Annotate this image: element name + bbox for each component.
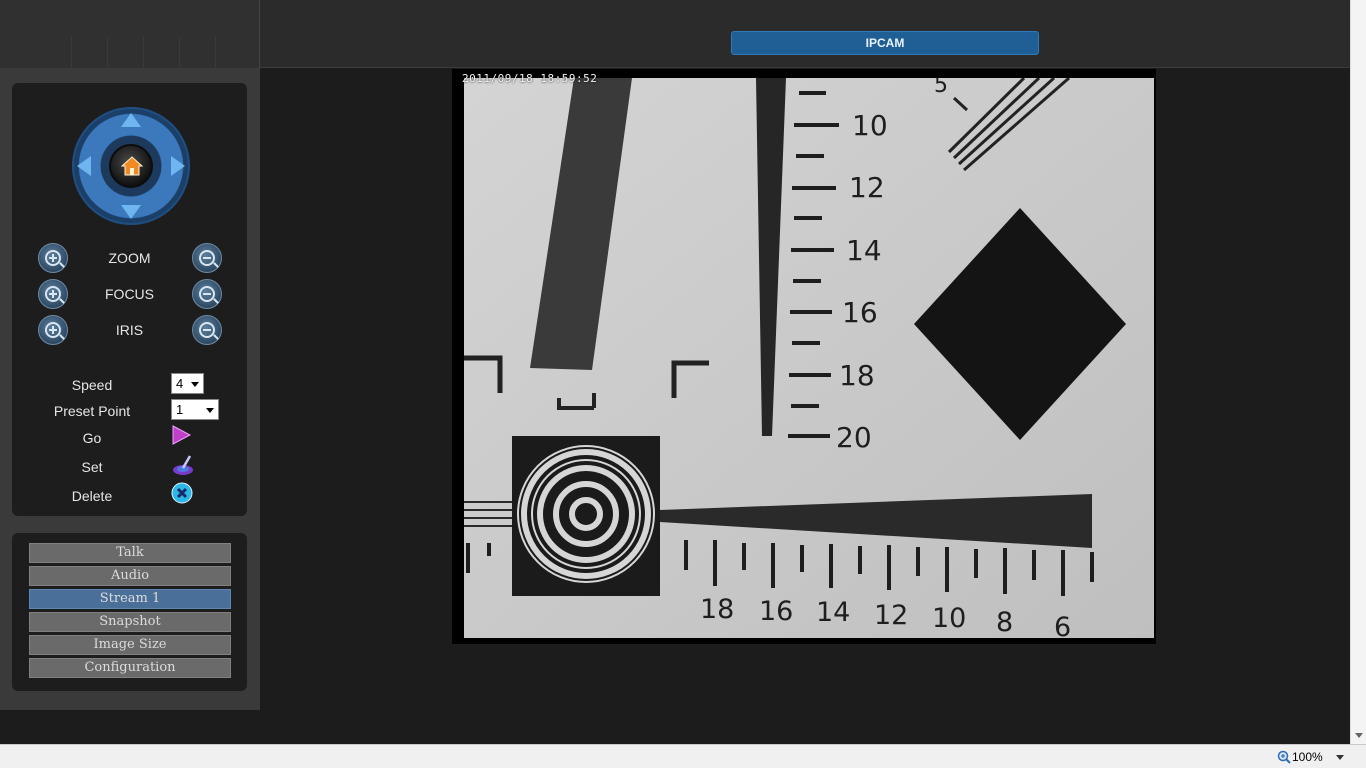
iris-close-button[interactable] <box>192 315 222 345</box>
ruler-label: 14 <box>816 597 850 628</box>
chevron-down-icon <box>191 382 199 387</box>
logo-area <box>0 0 260 68</box>
pan-up-arrow-icon[interactable] <box>121 113 141 127</box>
camera-title-tab[interactable]: IPCAM <box>731 31 1039 55</box>
iris-label: IRIS <box>115 322 144 338</box>
ruler-label: 12 <box>874 600 908 631</box>
ruler-label: 6 <box>1054 612 1071 638</box>
vertical-scrollbar[interactable] <box>1350 0 1366 744</box>
ruler-label: 10 <box>852 109 888 142</box>
speed-select[interactable]: 4 <box>171 373 204 394</box>
ruler-label: 10 <box>932 603 966 634</box>
preset-point-label: Preset Point <box>53 403 131 419</box>
preset-point-value: 1 <box>176 402 184 417</box>
ruler-label: 8 <box>996 607 1013 638</box>
focus-control-row: FOCUS <box>12 279 247 309</box>
go-label: Go <box>82 430 102 446</box>
ruler-label: 16 <box>759 596 793 627</box>
ruler-label: 18 <box>700 594 734 625</box>
header-cell <box>144 36 180 68</box>
live-video-feed: 10 12 14 16 18 20 5 18 16 14 12 10 8 6 <box>464 78 1154 638</box>
focus-in-button[interactable] <box>38 279 68 309</box>
zoom-level-text[interactable]: 100% <box>1292 750 1323 764</box>
ruler-label: 5 <box>934 78 948 98</box>
zoom-label: ZOOM <box>108 250 151 266</box>
header-cell <box>72 36 108 68</box>
menu-item-stream-1[interactable]: Stream 1 <box>29 589 231 609</box>
focus-out-button[interactable] <box>192 279 222 309</box>
ruler-label: 20 <box>836 421 872 454</box>
go-preset-button[interactable] <box>170 424 192 446</box>
delete-preset-button[interactable] <box>171 482 193 504</box>
menu-item-snapshot[interactable]: Snapshot <box>29 612 231 632</box>
menu-item-image-size[interactable]: Image Size <box>29 635 231 655</box>
header-cell <box>108 36 144 68</box>
home-button[interactable] <box>109 144 153 188</box>
ptz-direction-pad[interactable] <box>72 107 190 225</box>
set-label: Set <box>81 459 103 475</box>
zoom-control-row: ZOOM <box>12 243 247 273</box>
zoom-in-button[interactable] <box>38 243 68 273</box>
ruler-label: 12 <box>849 171 885 204</box>
function-menu: Talk Audio Stream 1 Snapshot Image Size … <box>12 533 247 691</box>
ruler-label: 16 <box>842 296 878 329</box>
ptz-control-panel: ZOOM FOCUS IRIS Speed 4 Preset Point 1 G… <box>12 83 247 516</box>
home-icon <box>121 156 143 176</box>
browser-status-bar: 100% <box>0 744 1366 768</box>
iris-open-button[interactable] <box>38 315 68 345</box>
menu-item-talk[interactable]: Talk <box>29 543 231 563</box>
pan-right-arrow-icon[interactable] <box>171 156 185 176</box>
set-preset-button[interactable] <box>171 453 193 475</box>
delete-icon <box>171 482 193 504</box>
chevron-down-icon <box>206 408 214 413</box>
test-chart-image: 10 12 14 16 18 20 5 18 16 14 12 10 8 6 <box>464 78 1154 638</box>
menu-item-audio[interactable]: Audio <box>29 566 231 586</box>
ruler-label: 18 <box>839 359 875 392</box>
menu-item-configuration[interactable]: Configuration <box>29 658 231 678</box>
header-cell <box>180 36 216 68</box>
pan-down-arrow-icon[interactable] <box>121 205 141 219</box>
video-viewport[interactable]: 10 12 14 16 18 20 5 18 16 14 12 10 8 6 <box>452 69 1156 644</box>
pan-left-arrow-icon[interactable] <box>77 156 91 176</box>
top-header: IPCAM <box>0 0 1350 68</box>
iris-control-row: IRIS <box>12 315 247 345</box>
header-cell <box>0 36 72 68</box>
scroll-down-arrow-icon[interactable] <box>1355 733 1363 738</box>
ruler-label: 14 <box>846 234 882 267</box>
chevron-down-icon[interactable] <box>1336 755 1344 760</box>
delete-label: Delete <box>71 488 113 504</box>
preset-point-select[interactable]: 1 <box>171 399 219 420</box>
play-icon <box>172 425 192 445</box>
sidebar: ZOOM FOCUS IRIS Speed 4 Preset Point 1 G… <box>0 68 260 710</box>
speed-label: Speed <box>71 377 113 393</box>
magnifier-zoom-icon[interactable] <box>1277 750 1291 764</box>
zoom-out-button[interactable] <box>192 243 222 273</box>
focus-label: FOCUS <box>105 286 154 302</box>
speed-value: 4 <box>176 376 184 391</box>
video-timestamp: 2011/09/18 18:59:52 <box>462 72 598 85</box>
set-pin-icon <box>173 455 193 475</box>
